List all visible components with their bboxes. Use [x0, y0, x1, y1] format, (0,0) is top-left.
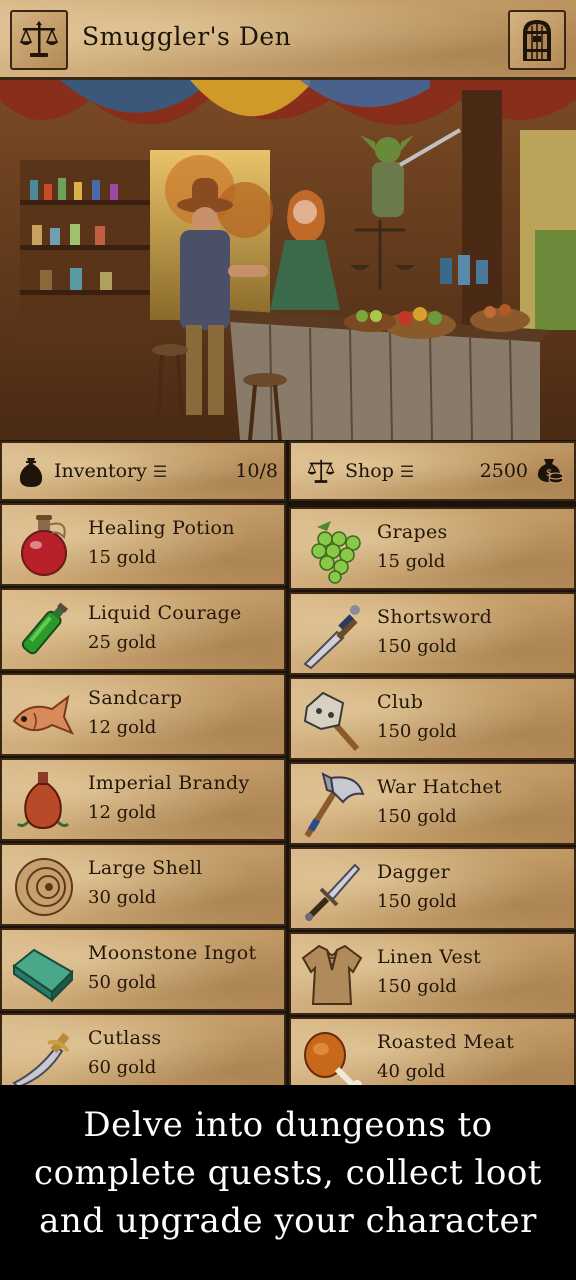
- fish-icon: [12, 694, 75, 735]
- top-bar: Smuggler's Den: [0, 0, 576, 80]
- dagger-icon: [305, 863, 361, 921]
- item-price: 15 gold: [377, 551, 446, 572]
- item-name: Imperial Brandy: [88, 772, 250, 794]
- money-bag-icon: [19, 458, 43, 487]
- list-item[interactable]: Sandcarp 12 gold: [0, 673, 286, 756]
- item-name: Linen Vest: [377, 946, 482, 968]
- inventory-count: 10/8: [235, 460, 278, 482]
- vest-icon: [301, 944, 363, 1005]
- list-item[interactable]: Healing Potion 15 gold: [0, 503, 286, 586]
- list-item[interactable]: Roasted Meat 40 gold: [289, 1017, 576, 1089]
- hatchet-icon: [304, 772, 365, 838]
- inventory-label: Inventory: [54, 460, 147, 482]
- item-price: 150 gold: [377, 891, 457, 912]
- item-name: Grapes: [377, 521, 448, 543]
- item-name: War Hatchet: [377, 776, 502, 798]
- page-title: Smuggler's Den: [82, 22, 292, 51]
- cutlass-icon: [12, 1032, 70, 1085]
- svg-text:$: $: [546, 468, 552, 479]
- exit-door-button[interactable]: [508, 10, 566, 70]
- item-price: 150 gold: [377, 721, 457, 742]
- potion-red-icon: [21, 515, 67, 576]
- shop-header: Shop ☰ 2500 $: [289, 441, 576, 501]
- promo-line-1: Delve into dungeons to: [83, 1105, 493, 1145]
- bottle-green-icon: [21, 602, 69, 655]
- promo-line-2: complete quests, collect loot: [34, 1153, 542, 1193]
- gold-coins-icon: $: [537, 459, 564, 484]
- item-price: 150 gold: [377, 976, 457, 997]
- item-name: Roasted Meat: [377, 1031, 515, 1053]
- brandy-jug-icon: [16, 772, 70, 830]
- list-item[interactable]: War Hatchet 150 gold: [289, 762, 576, 845]
- inventory-list: Healing Potion 15 gold Liquid Courage 25…: [0, 503, 286, 1085]
- promo-line-3: and upgrade your character: [39, 1201, 537, 1241]
- item-name: Moonstone Ingot: [88, 942, 257, 964]
- item-price: 60 gold: [88, 1057, 157, 1078]
- list-item[interactable]: Imperial Brandy 12 gold: [0, 758, 286, 841]
- item-price: 150 gold: [377, 636, 457, 657]
- item-name: Cutlass: [88, 1027, 162, 1049]
- list-item[interactable]: Moonstone Ingot 50 gold: [0, 928, 286, 1011]
- list-item[interactable]: Cutlass 60 gold: [0, 1013, 286, 1085]
- item-price: 25 gold: [88, 632, 157, 653]
- item-name: Healing Potion: [88, 517, 235, 539]
- item-name: Liquid Courage: [88, 602, 242, 624]
- list-item[interactable]: Grapes 15 gold: [289, 507, 576, 590]
- trade-scale-button[interactable]: [10, 10, 68, 70]
- tavern-shop-illustration: [0, 80, 576, 440]
- item-price: 40 gold: [377, 1061, 446, 1082]
- shop-sort-icon[interactable]: ☰: [400, 462, 414, 481]
- shop-label: Shop: [345, 460, 394, 482]
- item-name: Shortsword: [377, 606, 493, 628]
- inventory-header: Inventory ☰ 10/8: [0, 441, 286, 501]
- item-price: 30 gold: [88, 887, 157, 908]
- scales-icon: [307, 459, 335, 483]
- list-item[interactable]: Dagger 150 gold: [289, 847, 576, 930]
- shop-gold-amount: 2500: [479, 460, 528, 482]
- scales-icon: [19, 21, 59, 57]
- shell-icon: [15, 858, 73, 916]
- item-price: 150 gold: [377, 806, 457, 827]
- item-name: Club: [377, 691, 424, 713]
- item-price: 15 gold: [88, 547, 157, 568]
- list-item[interactable]: Liquid Courage 25 gold: [0, 588, 286, 671]
- door-icon: [523, 20, 551, 61]
- grapes-icon: [311, 521, 361, 584]
- list-item[interactable]: Club 150 gold: [289, 677, 576, 760]
- ingot-icon: [12, 948, 74, 1003]
- list-item[interactable]: Large Shell 30 gold: [0, 843, 286, 926]
- club-icon: [303, 691, 360, 751]
- list-item[interactable]: Shortsword 150 gold: [289, 592, 576, 675]
- list-item[interactable]: Linen Vest 150 gold: [289, 932, 576, 1015]
- shortsword-icon: [303, 605, 360, 670]
- shop-list: Grapes 15 gold Shortsword 150 gold Club …: [289, 507, 576, 1089]
- inventory-sort-icon[interactable]: ☰: [153, 462, 167, 481]
- item-price: 12 gold: [88, 717, 157, 738]
- item-price: 12 gold: [88, 802, 157, 823]
- item-name: Sandcarp: [88, 687, 183, 709]
- meat-icon: [304, 1032, 362, 1089]
- item-name: Dagger: [377, 861, 451, 883]
- promo-caption: Delve into dungeons to complete quests, …: [0, 1085, 576, 1280]
- item-price: 50 gold: [88, 972, 157, 993]
- item-name: Large Shell: [88, 857, 203, 879]
